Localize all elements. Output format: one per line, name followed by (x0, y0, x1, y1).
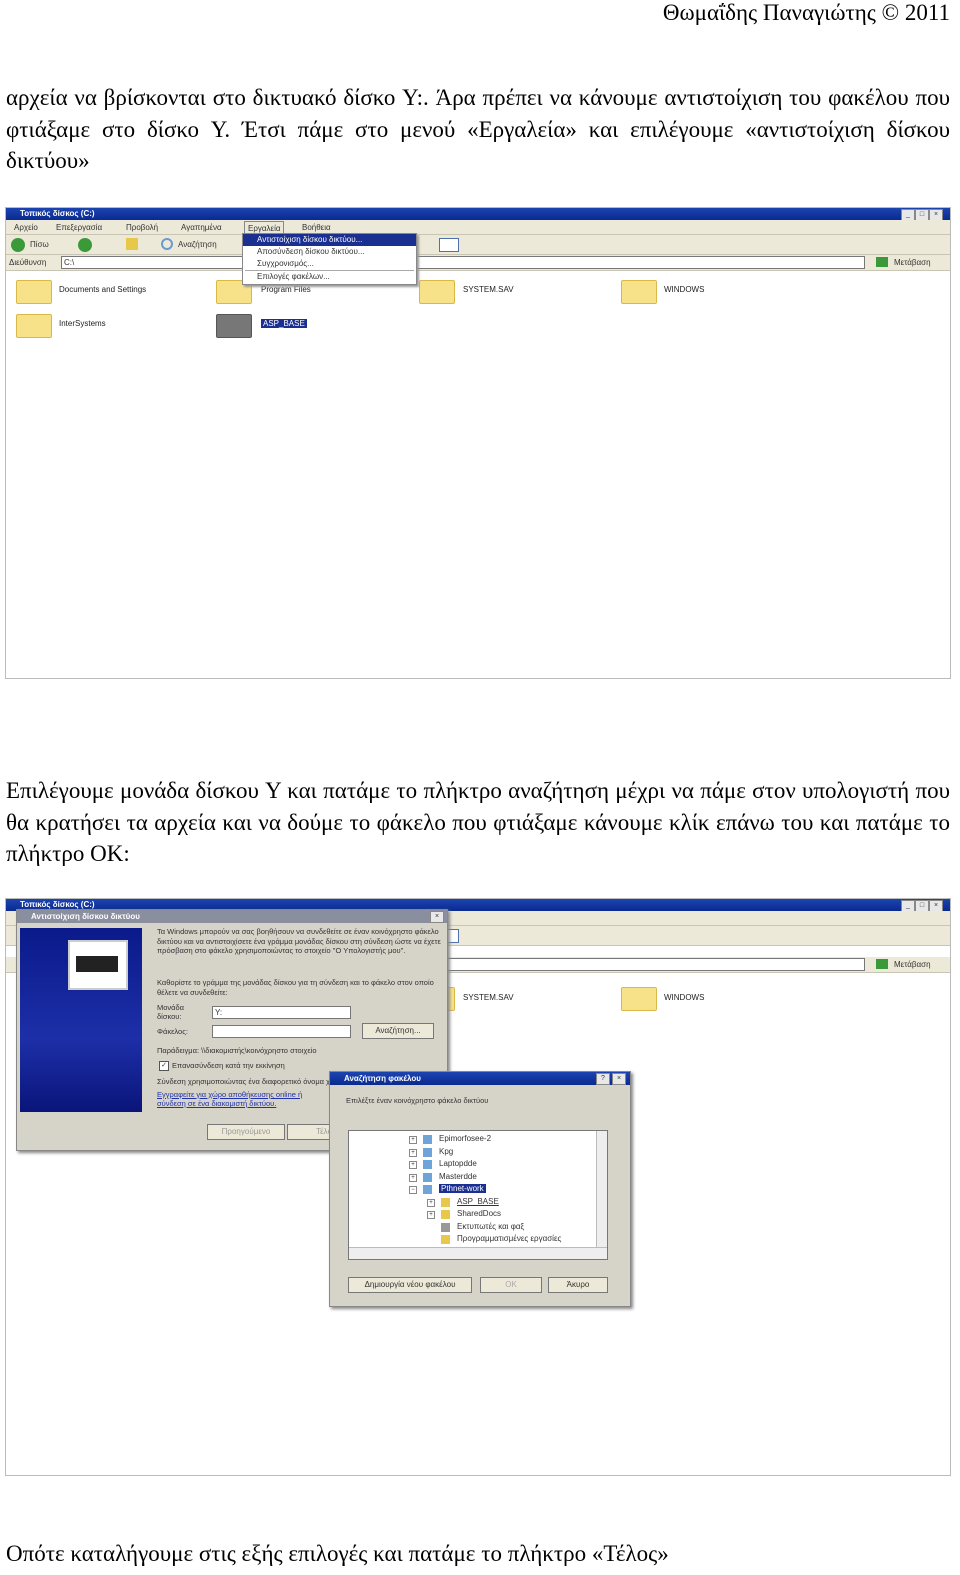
tree-item-printers[interactable]: Εκτυπωτές και φαξ (409, 1221, 599, 1234)
menu-favorites[interactable]: Αγαπημένα (181, 223, 222, 232)
go-button[interactable]: Μετάβαση (894, 960, 931, 969)
folder-icon[interactable] (621, 280, 657, 304)
menu-view[interactable]: Προβολή (126, 223, 158, 232)
tree-item-computer[interactable]: + Kpg (409, 1146, 599, 1159)
reconnect-label: Επανασύνδεση κατά την εκκίνηση (172, 1061, 285, 1070)
tree-item-scheduled-tasks[interactable]: Προγραμματισμένες εργασίες (409, 1233, 599, 1246)
address-label: Διεύθυνση (9, 258, 47, 267)
explorer-screenshot-1: Τοπικός δίσκος (C:) _ □ × Αρχείο Επεξεργ… (5, 207, 951, 679)
folder-icon[interactable] (419, 280, 455, 304)
dialog-title: Αντιστοίχιση δίσκου δικτύου (17, 910, 447, 923)
up-folder-icon[interactable] (126, 238, 138, 250)
prompt-text: Επιλέξτε έναν κοινόχρηστο φάκελο δικτύου (346, 1096, 489, 1105)
instruction-text: Καθορίστε το γράμμα της μονάδας δίσκου γ… (157, 978, 434, 997)
folder-icon[interactable] (16, 314, 52, 338)
browse-folder-dialog: Αναζήτηση φακέλου ? × Επιλέξτε έναν κοιν… (329, 1071, 631, 1307)
dialog-title: Αναζήτηση φακέλου (330, 1072, 630, 1085)
address-input[interactable]: C:\ (61, 256, 865, 269)
go-icon[interactable] (876, 257, 888, 267)
back-button[interactable]: Προηγούμενο (207, 1124, 285, 1140)
menu-item-synchronize[interactable]: Συγχρονισμός... (243, 258, 416, 270)
folder-label: Φάκελος: (157, 1027, 188, 1036)
tree-item-computer[interactable]: + Epimorfosee-2 (409, 1133, 599, 1146)
horizontal-scrollbar[interactable] (349, 1247, 607, 1259)
folder-system-sav[interactable]: SYSTEM.SAV (463, 993, 514, 1002)
folder-documents-and-settings[interactable]: Documents and Settings (59, 285, 146, 294)
tree-item-computer[interactable]: + Laptopdde (409, 1158, 599, 1171)
explorer-screenshot-2: Τοπικός δίσκος (C:) _ □ × Μετάβαση SYSTE… (5, 898, 951, 1476)
page-header: Θωμαΐδης Παναγιώτης © 2011 (662, 0, 950, 25)
menu-item-folder-options[interactable]: Επιλογές φακέλων... (243, 271, 416, 283)
menu-item-disconnect-network-drive[interactable]: Αποσύνδεση δίσκου δικτύου... (243, 246, 416, 258)
menu-edit[interactable]: Επεξεργασία (56, 223, 102, 232)
folder-system-sav[interactable]: SYSTEM.SAV (463, 285, 514, 294)
folder-intersystems[interactable]: InterSystems (59, 319, 106, 328)
forward-icon[interactable] (78, 238, 92, 252)
ok-button[interactable]: OK (480, 1277, 542, 1293)
vertical-scrollbar[interactable] (596, 1131, 607, 1247)
folder-windows[interactable]: WINDOWS (664, 285, 704, 294)
tree-item-computer[interactable]: + Masterdde (409, 1171, 599, 1184)
back-button[interactable]: Πίσω (30, 240, 49, 249)
folder-icon[interactable] (621, 987, 657, 1011)
shared-folder-icon[interactable] (216, 314, 252, 338)
paragraph-1: αρχεία να βρίσκονται στο δικτυακό δίσκο … (6, 85, 950, 173)
cancel-button[interactable]: Άκυρο (548, 1277, 608, 1293)
other-user-link[interactable]: Σύνδεση χρησιμοποιώντας ένα διαφορετικό … (157, 1077, 337, 1086)
folder-program-files[interactable]: Program Files (261, 285, 311, 294)
signup-link[interactable]: Εγγραφείτε για χώρο αποθήκευσης online ή… (157, 1090, 332, 1108)
reconnect-checkbox[interactable]: ✓ (159, 1061, 169, 1071)
paragraph-3: Οπότε καταλήγουμε στις εξής επιλογές και… (6, 1541, 669, 1566)
drive-select[interactable]: Y: (212, 1006, 351, 1019)
menu-item-map-network-drive[interactable]: Αντιστοίχιση δίσκου δικτύου... (243, 234, 416, 246)
folder-windows[interactable]: WINDOWS (664, 993, 704, 1002)
menu-bar: Αρχείο Επεξεργασία Προβολή Αγαπημένα Εργ… (6, 220, 950, 236)
menu-file[interactable]: Αρχείο (14, 223, 38, 232)
example-text: Παράδειγμα: \\διακομιστής\κοινόχρηστο στ… (157, 1046, 317, 1055)
menu-help[interactable]: Βοήθεια (302, 223, 331, 232)
tree-item-share-asp-base[interactable]: + ASP_BASE (409, 1196, 599, 1209)
tree-item-share-shareddocs[interactable]: + SharedDocs (409, 1208, 599, 1221)
paragraph-2: Επιλέγουμε μονάδα δίσκου Y και πατάμε το… (6, 778, 950, 866)
toolbar: Πίσω Αναζήτηση (6, 235, 950, 255)
folder-asp-base[interactable]: ASP_BASE (261, 319, 307, 328)
folder-icon[interactable] (16, 280, 52, 304)
folder-tree: + Epimorfosee-2 + Kpg + Laptopdde + Masterdd… (348, 1130, 608, 1260)
help-button[interactable]: ? (596, 1073, 610, 1085)
document-page: Θωμαΐδης Παναγιώτης © 2011 αρχεία να βρί… (0, 0, 960, 1575)
address-bar: Διεύθυνση C:\ Μετάβαση (6, 255, 950, 271)
folder-select[interactable] (212, 1025, 351, 1038)
search-icon[interactable] (161, 238, 173, 250)
network-drive-icon (68, 940, 128, 990)
drive-label: Μονάδα δίσκου: (157, 1003, 185, 1021)
close-button[interactable]: × (430, 911, 444, 923)
intro-text: Τα Windows μπορούν να σας βοηθήσουν να σ… (157, 927, 441, 955)
tools-dropdown-menu: Αντιστοίχιση δίσκου δικτύου... Αποσύνδεσ… (242, 233, 417, 285)
close-button[interactable]: × (612, 1073, 626, 1085)
new-folder-button[interactable]: Δημιουργία νέου φακέλου (348, 1277, 472, 1293)
browse-button[interactable]: Αναζήτηση... (362, 1023, 434, 1039)
views-icon[interactable] (439, 238, 459, 252)
search-button[interactable]: Αναζήτηση (178, 240, 217, 249)
back-icon[interactable] (11, 238, 25, 252)
tree-item-computer-selected[interactable]: − Pthnet-work (409, 1183, 599, 1196)
title-bar: Τοπικός δίσκος (C:) (6, 208, 950, 220)
go-icon[interactable] (876, 959, 888, 969)
go-button[interactable]: Μετάβαση (894, 258, 931, 267)
wizard-banner (20, 928, 142, 1112)
